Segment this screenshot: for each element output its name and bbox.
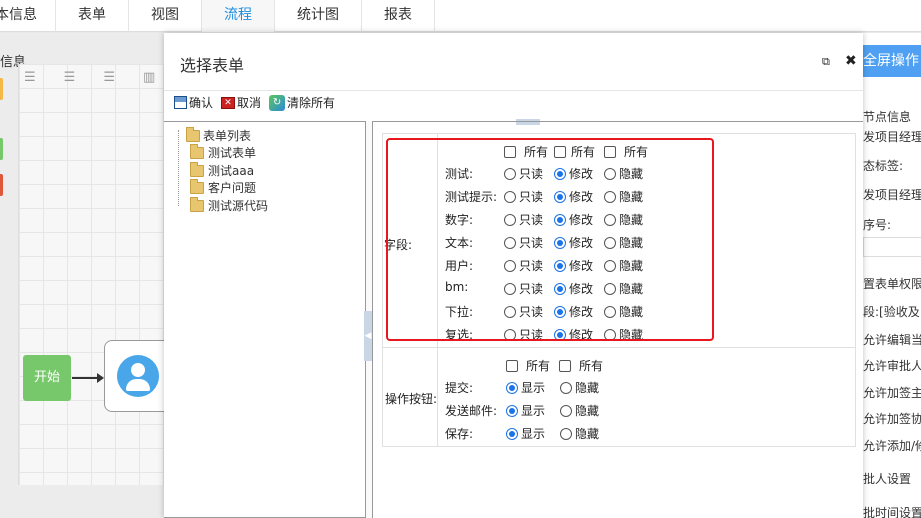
checkbox-box: [559, 359, 571, 372]
button-option-radio[interactable]: 隐藏: [560, 379, 599, 396]
panel-line: 允许添加/修: [863, 439, 921, 453]
tree-item-label: 客户问题: [208, 181, 257, 195]
radio-label: 隐藏: [575, 381, 600, 395]
dialog-title: 选择表单: [180, 56, 245, 75]
highlight-box: [386, 138, 714, 341]
panel-line: 序号:: [863, 218, 892, 232]
button-row-label: 保存:: [445, 427, 474, 441]
cancel-button[interactable]: ✕ 取消: [221, 94, 261, 111]
radio-label: 显示: [521, 404, 546, 418]
panel-line: 允许加签协: [863, 412, 921, 426]
folder-icon: [190, 143, 204, 159]
folder-icon: [190, 161, 204, 177]
tree-item-label: 测试表单: [208, 146, 257, 160]
tree-item[interactable]: 客户问题: [190, 178, 257, 196]
tree-item[interactable]: 测试表单: [190, 143, 257, 161]
folder-icon: [186, 126, 200, 142]
button-option-radio[interactable]: 显示: [506, 425, 545, 442]
panel-line: 允许加签主: [863, 386, 921, 400]
confirm-label: 确认: [189, 96, 214, 110]
tool-marker[interactable]: [0, 78, 3, 100]
radio-label: 显示: [521, 427, 546, 441]
save-icon: [174, 96, 187, 109]
buttons-all-show-checkbox[interactable]: 所有: [506, 357, 550, 374]
panel-line: 允许审批人: [863, 359, 921, 373]
tab-flow[interactable]: 流程: [202, 0, 275, 32]
row-divider: [382, 347, 856, 348]
close-icon[interactable]: ✖: [845, 53, 857, 69]
title-divider: [164, 90, 863, 91]
start-node[interactable]: 开始: [23, 355, 71, 401]
align-right-icon[interactable]: ☰: [103, 70, 115, 85]
radio-label: 隐藏: [575, 404, 600, 418]
radio-circle: [506, 404, 518, 417]
radio-label: 显示: [521, 381, 546, 395]
buttons-all-hide-checkbox[interactable]: 所有: [559, 357, 603, 374]
button-option-radio[interactable]: 显示: [506, 379, 545, 396]
buttons-label: 操作按钮:: [385, 392, 438, 406]
tree-item[interactable]: 测试aaa: [190, 161, 255, 179]
button-option-radio[interactable]: 显示: [506, 402, 545, 419]
confirm-button[interactable]: 确认: [174, 94, 213, 111]
tree-guide: [178, 130, 179, 206]
radio-circle: [560, 404, 572, 417]
panel-line: 段:[验收及: [863, 305, 920, 319]
align-left-icon[interactable]: ☰: [24, 70, 36, 85]
select-form-dialog: 选择表单 ⧉ ✖ 确认 ✕ 取消 ↻ 清除所有 表单列表 测试表单 测试aaa: [164, 33, 863, 518]
button-option-radio[interactable]: 隐藏: [560, 402, 599, 419]
collapse-handle[interactable]: ◀: [364, 311, 372, 361]
tree-item-label: 测试aaa: [208, 164, 255, 178]
panel-input[interactable]: [863, 237, 921, 257]
panel-line: 节点信息: [863, 110, 912, 124]
tool-marker[interactable]: [0, 138, 3, 160]
align-center-icon[interactable]: ☰: [64, 70, 76, 85]
user-avatar-icon: [117, 355, 159, 397]
tab-report[interactable]: 报表: [362, 0, 435, 32]
button-option-radio[interactable]: 隐藏: [560, 425, 599, 442]
radio-circle: [560, 381, 572, 394]
radio-circle: [506, 381, 518, 394]
panel-line: 发项目经理: [863, 130, 921, 144]
checkbox-box: [506, 359, 518, 372]
fullscreen-button[interactable]: 全屏操作: [863, 45, 921, 77]
tab-form[interactable]: 表单: [56, 0, 129, 32]
tree-root-label: 表单列表: [203, 129, 252, 143]
panel-line: 置表单权限: [863, 277, 921, 291]
clear-all-button[interactable]: ↻ 清除所有: [269, 94, 335, 111]
align-top-icon[interactable]: ▥: [143, 70, 155, 85]
tab-view[interactable]: 视图: [129, 0, 202, 32]
panel-line: 发项目经理: [863, 188, 921, 202]
align-toolbar: ☰ ☰ ☰ ▥: [24, 70, 155, 85]
tool-strip: [0, 64, 8, 485]
radio-label: 隐藏: [575, 427, 600, 441]
node-properties-panel: 全屏操作 节点信息 发项目经理 态标签: 发项目经理 序号: 置表单权限 段:[…: [863, 33, 921, 518]
tool-marker[interactable]: [0, 174, 3, 196]
dialog-toolbar: 确认 ✕ 取消 ↻ 清除所有: [174, 94, 335, 111]
panel-line: 允许编辑当: [863, 333, 921, 347]
panel-line: 批时间设置: [863, 506, 921, 518]
cancel-label: 取消: [237, 96, 262, 110]
tab-basic-info[interactable]: 本信息: [0, 0, 56, 32]
form-tree: 表单列表 测试表单 测试aaa 客户问题 测试源代码: [164, 121, 366, 518]
maximize-icon[interactable]: ⧉: [822, 55, 830, 69]
clear-all-label: 清除所有: [287, 96, 336, 110]
flow-arrow: [72, 373, 104, 383]
tab-chart[interactable]: 统计图: [275, 0, 362, 32]
flow-canvas[interactable]: [18, 64, 164, 485]
cancel-icon: ✕: [221, 96, 236, 109]
folder-icon: [190, 178, 204, 194]
button-row-label: 发送邮件:: [445, 404, 498, 418]
tree-item[interactable]: 测试源代码: [190, 196, 269, 214]
tree-item-label: 测试源代码: [208, 199, 269, 213]
radio-circle: [506, 427, 518, 440]
panel-line: 批人设置: [863, 472, 912, 486]
panel-line: 态标签:: [863, 159, 904, 173]
tree-root[interactable]: 表单列表: [186, 126, 252, 144]
folder-icon: [190, 196, 204, 212]
top-tab-bar: 本信息 表单 视图 流程 统计图 报表: [0, 0, 921, 32]
refresh-icon: ↻: [269, 94, 286, 111]
button-row-label: 提交:: [445, 381, 474, 395]
radio-circle: [560, 427, 572, 440]
